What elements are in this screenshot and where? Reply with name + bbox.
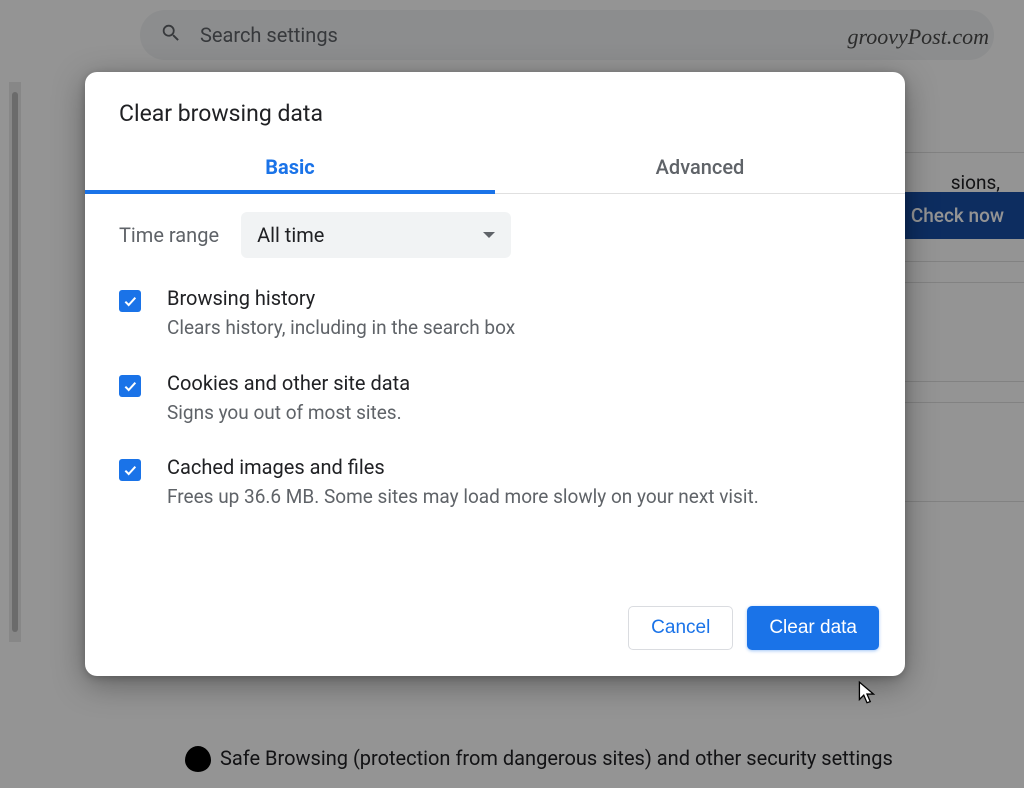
check-now-button[interactable]: Check now: [891, 192, 1024, 239]
option-cookies: Cookies and other site data Signs you ou…: [119, 371, 871, 428]
time-range-select[interactable]: All time: [241, 212, 511, 258]
option-desc: Frees up 36.6 MB. Some sites may load mo…: [167, 483, 871, 512]
option-browsing-history: Browsing history Clears history, includi…: [119, 286, 871, 343]
shield-icon: [185, 746, 211, 772]
dialog-tabs: Basic Advanced: [85, 145, 905, 194]
option-title: Cookies and other site data: [167, 371, 871, 395]
cancel-button[interactable]: Cancel: [628, 606, 733, 650]
checkbox-cached[interactable]: [119, 459, 141, 481]
search-placeholder: Search settings: [200, 23, 338, 47]
scrollbar-thumb[interactable]: [12, 92, 18, 632]
clear-browsing-data-dialog: Clear browsing data Basic Advanced Time …: [85, 72, 905, 676]
time-range-label: Time range: [119, 223, 219, 247]
time-range-value: All time: [257, 223, 324, 247]
option-title: Cached images and files: [167, 455, 871, 479]
search-icon: [160, 22, 182, 48]
safe-browsing-label: Safe Browsing (protection from dangerous…: [220, 746, 893, 770]
clear-data-button[interactable]: Clear data: [747, 606, 879, 650]
time-range-row: Time range All time: [119, 212, 871, 258]
option-title: Browsing history: [167, 286, 871, 310]
tab-advanced[interactable]: Advanced: [495, 145, 905, 193]
checkbox-cookies[interactable]: [119, 375, 141, 397]
dialog-body: Time range All time Browsing history Cle…: [85, 194, 905, 550]
watermark-text: groovyPost.com: [847, 24, 989, 50]
tab-basic[interactable]: Basic: [85, 145, 495, 193]
option-desc: Clears history, including in the search …: [167, 314, 871, 343]
dialog-footer: Cancel Clear data: [85, 550, 905, 676]
chevron-down-icon: [483, 232, 495, 238]
option-cached: Cached images and files Frees up 36.6 MB…: [119, 455, 871, 512]
dialog-title: Clear browsing data: [85, 72, 905, 145]
option-desc: Signs you out of most sites.: [167, 399, 871, 428]
checkbox-browsing-history[interactable]: [119, 290, 141, 312]
